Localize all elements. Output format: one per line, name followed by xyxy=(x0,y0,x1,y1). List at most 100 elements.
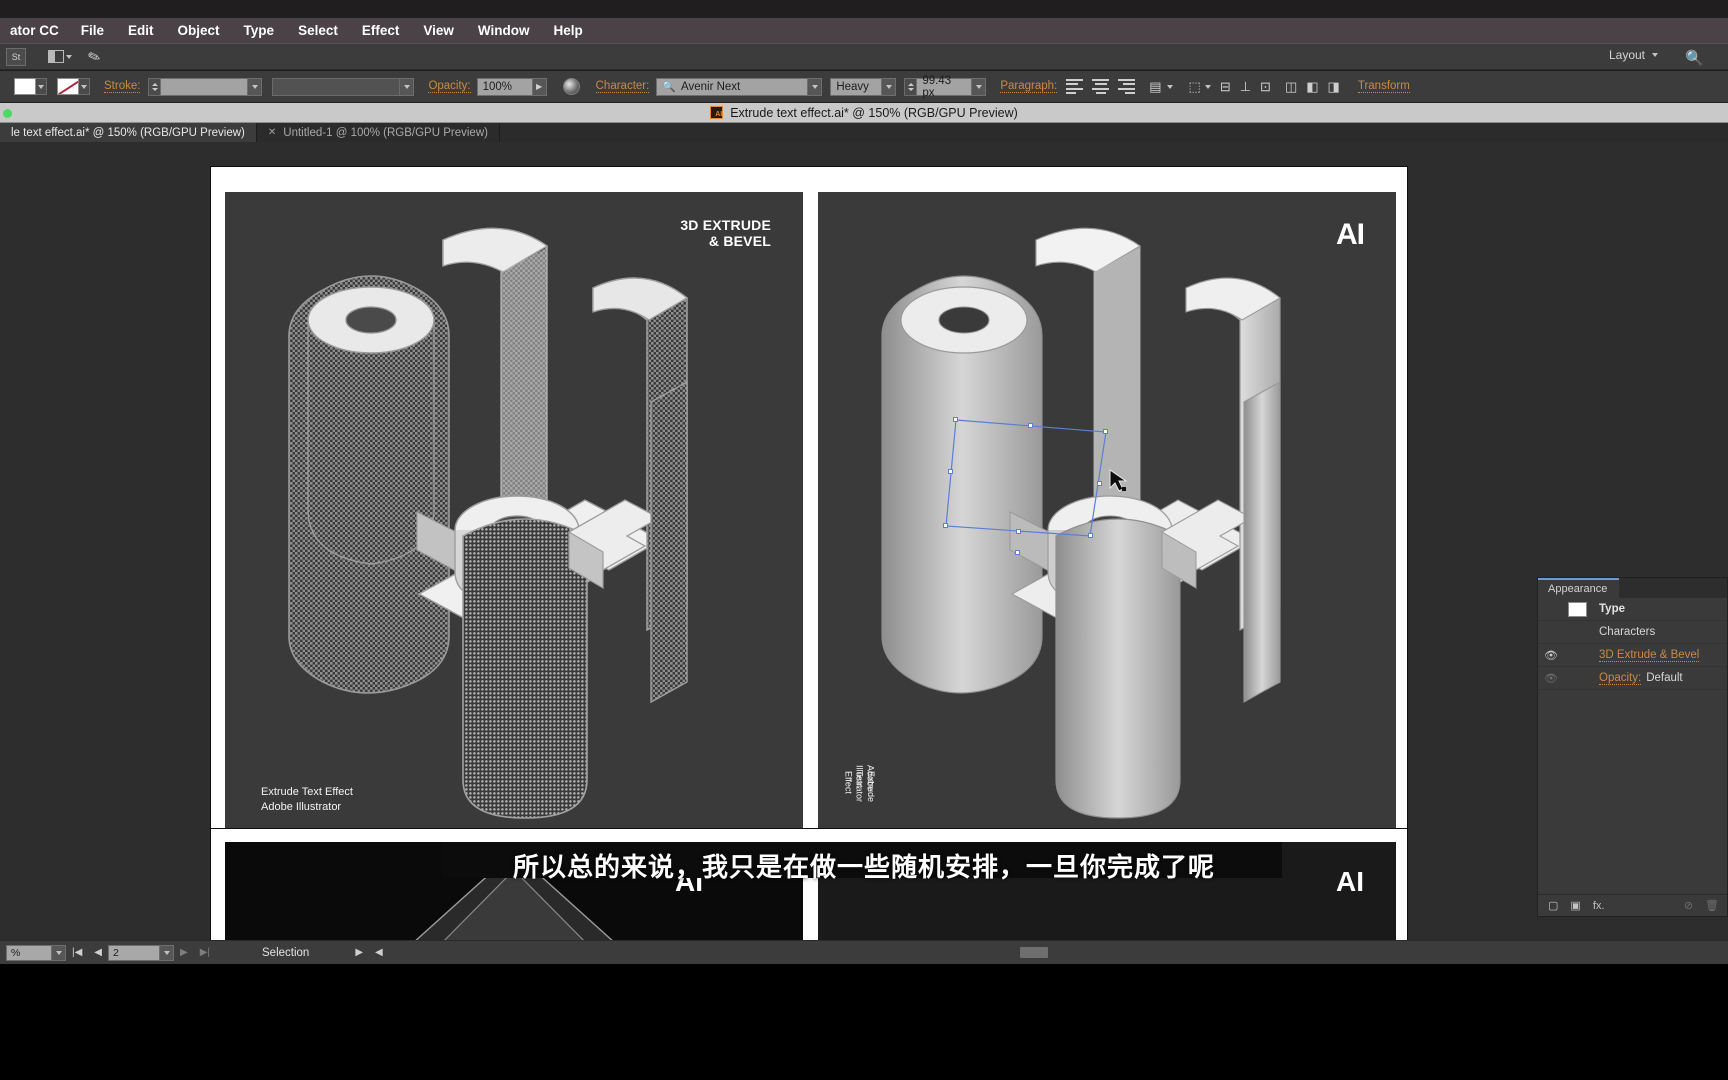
arrange-documents-icon[interactable] xyxy=(48,48,74,66)
menu-item-help[interactable]: Help xyxy=(542,23,595,38)
stroke-swatch[interactable] xyxy=(57,78,79,95)
distribute-top-icon[interactable]: ◫ xyxy=(1285,79,1297,95)
font-family-dropdown[interactable] xyxy=(808,77,823,96)
menu-item-edit[interactable]: Edit xyxy=(116,23,166,38)
opacity-label[interactable]: Opacity: xyxy=(428,80,471,93)
font-style-dropdown[interactable] xyxy=(882,77,897,96)
selection-anchor-point[interactable] xyxy=(1015,550,1020,555)
subtitle-text: 所以总的来说，我只是在做一些随机安排，一旦你完成了呢 xyxy=(512,852,1215,882)
stroke-label[interactable]: Stroke: xyxy=(104,80,141,93)
selection-handle[interactable] xyxy=(1088,533,1093,538)
appearance-row-characters[interactable]: Characters xyxy=(1538,621,1727,644)
align-left-icon[interactable] xyxy=(1066,79,1084,94)
artboard-number-input[interactable]: 2 xyxy=(108,944,160,961)
selection-handle[interactable] xyxy=(948,469,953,474)
status-flyout-icon[interactable]: ▶ xyxy=(355,947,363,958)
appearance-row-label: Characters xyxy=(1599,626,1656,638)
horizontal-scrollbar-thumb[interactable] xyxy=(1020,947,1048,958)
opacity-flyout-button[interactable]: ▶ xyxy=(532,77,547,96)
stroke-weight-dropdown[interactable] xyxy=(248,77,263,96)
tab-appearance[interactable]: Appearance xyxy=(1538,578,1620,598)
transform-each-icon[interactable]: ⬚ xyxy=(1189,79,1201,95)
tab-untitled-1[interactable]: ✕ Untitled-1 @ 100% (RGB/GPU Preview) xyxy=(256,123,500,142)
paragraph-label[interactable]: Paragraph: xyxy=(1000,80,1058,93)
feather-icon[interactable]: ✎ xyxy=(85,46,104,67)
selection-handle[interactable] xyxy=(943,523,948,528)
font-size-stepper[interactable] xyxy=(904,77,917,96)
envelope-distort-icon[interactable]: ▤ xyxy=(1149,79,1161,95)
align-objects-center-icon[interactable]: ⊥ xyxy=(1240,79,1251,95)
fill-swatch[interactable] xyxy=(14,78,36,95)
stroke-weight-input[interactable] xyxy=(160,77,249,96)
window-status-dot xyxy=(3,109,12,118)
font-style-input[interactable]: Heavy xyxy=(830,77,883,96)
stroke-dropdown[interactable] xyxy=(79,78,90,95)
next-artboard-icon[interactable]: ▶ xyxy=(180,947,188,958)
appearance-panel[interactable]: Appearance Type Characters 👁 3D Extrude … xyxy=(1537,577,1728,917)
last-artboard-icon[interactable]: ▶| xyxy=(200,947,210,958)
character-label[interactable]: Character: xyxy=(595,80,650,93)
align-objects-left-icon[interactable]: ⊟ xyxy=(1220,79,1231,95)
appearance-row-type[interactable]: Type xyxy=(1538,598,1727,621)
menu-item-object[interactable]: Object xyxy=(166,23,232,38)
eye-icon[interactable]: 👁 xyxy=(1538,649,1564,662)
delete-icon[interactable]: 🗑 xyxy=(1705,899,1719,912)
clear-appearance-icon[interactable]: ⊘ xyxy=(1684,899,1693,912)
extrude-artwork-solid xyxy=(881,227,1281,819)
align-center-icon[interactable] xyxy=(1092,79,1110,94)
menu-item-effect[interactable]: Effect xyxy=(350,23,412,38)
artboard-number-dropdown[interactable] xyxy=(160,944,174,961)
type-fill-swatch[interactable] xyxy=(1568,601,1587,617)
layout-button[interactable]: Layout xyxy=(1609,48,1658,62)
first-artboard-icon[interactable]: |◀ xyxy=(72,947,82,958)
zoom-level-input[interactable]: % xyxy=(6,944,52,961)
appearance-row-3d-extrude-bevel[interactable]: 👁 3D Extrude & Bevel xyxy=(1538,644,1727,667)
artboard-left[interactable]: 3D EXTRUDE & BEVEL Extrude Text Effect A… xyxy=(225,192,803,842)
distribute-center-icon[interactable]: ◧ xyxy=(1306,79,1318,95)
menu-item-select[interactable]: Select xyxy=(286,23,350,38)
stroke-profile-input[interactable] xyxy=(272,77,401,96)
tab-extrude-text-effect[interactable]: le text effect.ai* @ 150% (RGB/GPU Previ… xyxy=(0,123,257,142)
canvas-area[interactable]: 3D EXTRUDE & BEVEL Extrude Text Effect A… xyxy=(0,142,1728,952)
selection-handle[interactable] xyxy=(1097,481,1102,486)
transform-label[interactable]: Transform xyxy=(1357,80,1410,93)
selection-handle[interactable] xyxy=(1028,423,1033,428)
selection-handle[interactable] xyxy=(1016,529,1021,534)
menu-item-type[interactable]: Type xyxy=(232,23,287,38)
extrude-artwork-halftone xyxy=(288,227,689,819)
zoom-level-dropdown[interactable] xyxy=(52,944,66,961)
artboard-left-caption-line1: Extrude Text Effect xyxy=(261,786,353,799)
appearance-row-label[interactable]: 3D Extrude & Bevel xyxy=(1599,649,1700,662)
new-art-icon[interactable]: ▢ xyxy=(1548,899,1558,912)
fx-icon[interactable]: fx. xyxy=(1593,900,1605,912)
menu-item-view[interactable]: View xyxy=(411,23,466,38)
menu-item-file[interactable]: File xyxy=(69,23,116,38)
chevron-down-icon[interactable] xyxy=(1166,84,1173,89)
close-icon[interactable]: ✕ xyxy=(268,127,276,138)
font-size-input[interactable]: 99.43 px xyxy=(916,75,973,99)
fill-dropdown[interactable] xyxy=(36,78,47,95)
search-icon[interactable]: 🔍 xyxy=(1685,49,1704,67)
align-objects-right-icon[interactable]: ⊡ xyxy=(1260,79,1271,95)
appearance-row-opacity[interactable]: 👁 Opacity: Default xyxy=(1538,667,1727,690)
duplicate-icon[interactable]: ▣ xyxy=(1570,899,1580,912)
distribute-bottom-icon[interactable]: ◨ xyxy=(1328,79,1340,95)
opacity-input[interactable]: 100% xyxy=(476,77,533,96)
align-right-icon[interactable] xyxy=(1118,79,1136,94)
artboard-right[interactable]: AI Extrude Text Effect Adobe Illustrator xyxy=(818,192,1396,842)
font-family-input[interactable]: 🔍 Avenir Next xyxy=(656,77,809,96)
scroll-left-icon[interactable]: ◀ xyxy=(375,947,383,958)
previous-artboard-icon[interactable]: ◀ xyxy=(94,947,102,958)
stock-tool-icon[interactable]: St xyxy=(6,47,26,66)
stroke-profile-dropdown[interactable] xyxy=(400,77,415,96)
appearance-opacity-label[interactable]: Opacity: xyxy=(1599,672,1642,685)
chevron-down-icon[interactable] xyxy=(1204,84,1211,89)
selection-handle[interactable] xyxy=(1103,429,1108,434)
eye-icon-disabled[interactable]: 👁 xyxy=(1538,672,1564,685)
font-search-icon: 🔍 xyxy=(662,81,677,93)
menu-item-window[interactable]: Window xyxy=(466,23,542,38)
stroke-weight-stepper[interactable] xyxy=(148,77,161,96)
selection-handle[interactable] xyxy=(953,417,958,422)
font-size-dropdown[interactable] xyxy=(972,77,987,96)
recolor-artwork-icon[interactable] xyxy=(562,78,580,95)
